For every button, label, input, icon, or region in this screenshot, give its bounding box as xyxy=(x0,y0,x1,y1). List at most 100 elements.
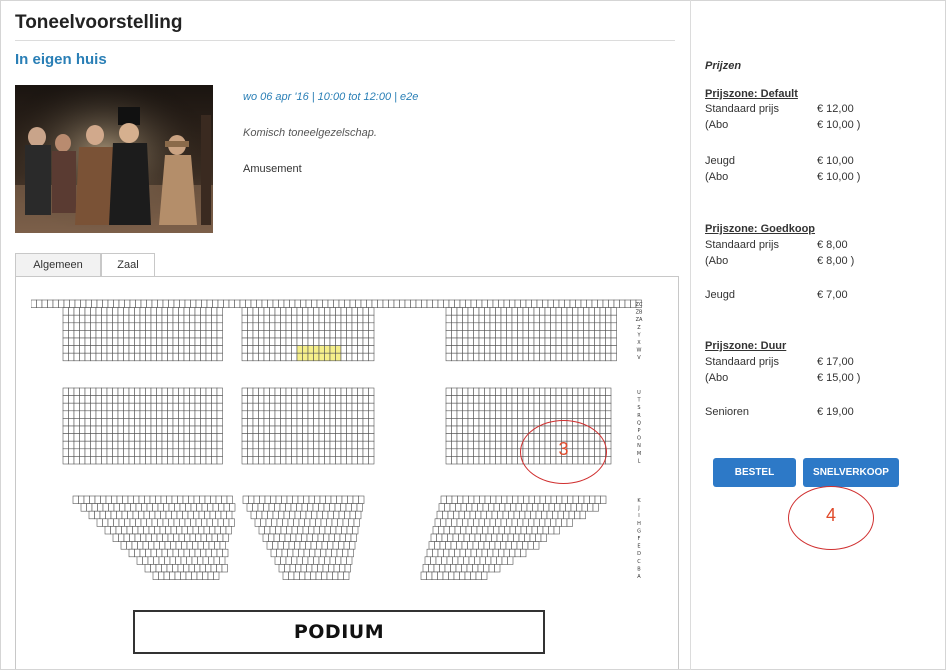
seat[interactable] xyxy=(274,314,281,324)
seat[interactable] xyxy=(101,433,108,442)
seat[interactable] xyxy=(159,541,166,550)
seat[interactable] xyxy=(331,548,338,558)
seat[interactable] xyxy=(252,387,259,396)
seat[interactable] xyxy=(561,322,568,331)
seat[interactable] xyxy=(216,395,223,404)
seat[interactable] xyxy=(183,337,190,346)
seat[interactable] xyxy=(154,526,161,535)
seat[interactable] xyxy=(183,345,190,354)
seat[interactable] xyxy=(456,330,463,339)
seat[interactable] xyxy=(118,518,125,527)
seat[interactable] xyxy=(112,402,119,412)
seat[interactable] xyxy=(63,299,70,308)
seat[interactable] xyxy=(150,337,157,346)
seat[interactable] xyxy=(327,510,334,520)
seat[interactable] xyxy=(145,330,152,339)
seat[interactable] xyxy=(421,299,428,308)
seat[interactable] xyxy=(274,345,281,354)
seat[interactable] xyxy=(619,299,626,308)
seat[interactable] xyxy=(539,314,546,324)
seat[interactable] xyxy=(325,548,332,558)
seat[interactable] xyxy=(177,495,184,504)
seat[interactable] xyxy=(305,510,312,520)
seat[interactable] xyxy=(256,510,263,520)
seat[interactable] xyxy=(281,548,288,558)
seat[interactable] xyxy=(426,571,433,580)
seat[interactable] xyxy=(572,322,579,331)
seat[interactable] xyxy=(588,337,595,346)
seat[interactable] xyxy=(298,518,305,527)
seat[interactable] xyxy=(274,322,281,331)
seat[interactable] xyxy=(453,510,460,520)
seat[interactable] xyxy=(307,503,314,512)
seat[interactable] xyxy=(599,322,606,331)
seat[interactable] xyxy=(205,307,212,316)
seat[interactable] xyxy=(605,322,612,331)
seat[interactable] xyxy=(550,330,557,339)
seat[interactable] xyxy=(476,526,483,535)
seat[interactable] xyxy=(302,387,309,396)
seat[interactable] xyxy=(319,495,326,504)
seat[interactable] xyxy=(340,330,347,339)
seat[interactable] xyxy=(495,456,502,465)
seat[interactable] xyxy=(610,352,617,362)
seat[interactable] xyxy=(350,533,357,542)
seat[interactable] xyxy=(150,395,157,404)
seat[interactable] xyxy=(489,448,496,457)
seat[interactable] xyxy=(145,345,152,354)
seat[interactable] xyxy=(172,440,179,450)
seat[interactable] xyxy=(313,330,320,339)
seat[interactable] xyxy=(79,330,86,339)
seat[interactable] xyxy=(357,314,364,324)
seat[interactable] xyxy=(511,433,518,442)
seat[interactable] xyxy=(519,510,526,520)
seat[interactable] xyxy=(140,533,147,542)
seat[interactable] xyxy=(351,448,358,457)
seat[interactable] xyxy=(84,425,91,434)
seat[interactable] xyxy=(127,495,134,504)
seat[interactable] xyxy=(544,395,551,404)
seat[interactable] xyxy=(289,564,296,573)
seat[interactable] xyxy=(316,299,323,308)
seat[interactable] xyxy=(492,299,499,308)
seat[interactable] xyxy=(497,510,504,520)
seat[interactable] xyxy=(313,345,320,354)
seat[interactable] xyxy=(169,556,176,565)
seat[interactable] xyxy=(313,456,320,465)
seat[interactable] xyxy=(335,322,342,331)
seat[interactable] xyxy=(73,352,80,362)
seat[interactable] xyxy=(194,345,201,354)
seat[interactable] xyxy=(156,433,163,442)
seat[interactable] xyxy=(276,548,283,558)
seat[interactable] xyxy=(434,518,441,527)
seat[interactable] xyxy=(164,541,171,550)
seat[interactable] xyxy=(73,448,80,457)
seat[interactable] xyxy=(352,526,359,535)
seat[interactable] xyxy=(156,337,163,346)
seat[interactable] xyxy=(415,299,422,308)
seat[interactable] xyxy=(62,433,69,442)
seat[interactable] xyxy=(329,387,336,396)
seat[interactable] xyxy=(171,510,178,520)
seat[interactable] xyxy=(150,330,157,339)
seat[interactable] xyxy=(500,448,507,457)
seat[interactable] xyxy=(583,322,590,331)
seat[interactable] xyxy=(511,337,518,346)
seat[interactable] xyxy=(605,395,612,404)
seat[interactable] xyxy=(351,337,358,346)
seat[interactable] xyxy=(451,440,458,450)
seat[interactable] xyxy=(430,533,437,542)
seat[interactable] xyxy=(340,352,347,362)
order-button[interactable]: BESTEL xyxy=(713,458,796,487)
seat[interactable] xyxy=(485,533,492,542)
seat[interactable] xyxy=(311,564,318,573)
seat[interactable] xyxy=(292,548,299,558)
seat[interactable] xyxy=(602,299,609,308)
seat[interactable] xyxy=(514,548,521,558)
seat[interactable] xyxy=(467,314,474,324)
seat[interactable] xyxy=(79,322,86,331)
seat[interactable] xyxy=(544,337,551,346)
seat[interactable] xyxy=(506,352,513,362)
seat[interactable] xyxy=(437,548,444,558)
seat[interactable] xyxy=(296,425,303,434)
